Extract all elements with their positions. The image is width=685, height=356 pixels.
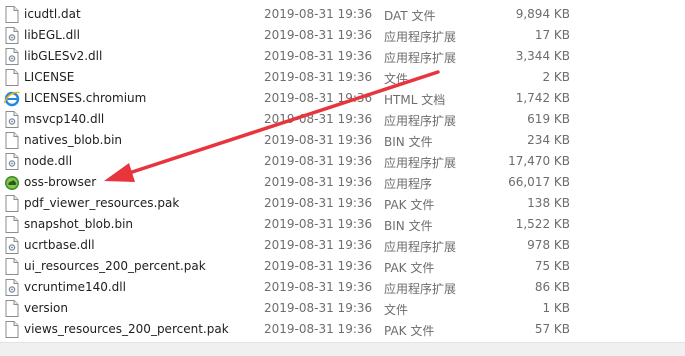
file-size: 1,522 KB (515, 217, 570, 231)
file-date: 2019-08-31 19:36 (264, 112, 373, 126)
file-row-node-dll[interactable]: node.dll 2019-08-31 19:36 应用程序扩展 17,470 … (0, 151, 685, 172)
file-icon (4, 132, 20, 149)
file-type: 应用程序扩展 (384, 30, 457, 44)
file-type: 应用程序扩展 (384, 114, 457, 128)
file-size: 1 KB (542, 301, 570, 315)
file-date: 2019-08-31 19:36 (264, 70, 373, 84)
file-icon (4, 6, 20, 23)
file-date: 2019-08-31 19:36 (264, 91, 373, 105)
file-type: PAK 文件 (384, 261, 435, 275)
file-row-views-resources-200-percent-pak[interactable]: views_resources_200_percent.pak 2019-08-… (0, 319, 685, 340)
file-date: 2019-08-31 19:36 (264, 49, 373, 63)
file-size: 1,742 KB (515, 91, 570, 105)
file-row-ui-resources-200-percent-pak[interactable]: ui_resources_200_percent.pak 2019-08-31 … (0, 256, 685, 277)
file-type: BIN 文件 (384, 219, 433, 233)
file-name: LICENSES.chromium (24, 91, 147, 105)
file-row-libegl-dll[interactable]: libEGL.dll 2019-08-31 19:36 应用程序扩展 17 KB (0, 25, 685, 46)
file-type: 应用程序扩展 (384, 240, 457, 254)
file-date: 2019-08-31 19:36 (264, 154, 373, 168)
dll-file-icon (4, 27, 20, 44)
file-row-icudtl-dat[interactable]: icudtl.dat 2019-08-31 19:36 DAT 文件 9,894… (0, 4, 685, 25)
file-name: views_resources_200_percent.pak (24, 322, 229, 336)
file-icon (4, 321, 20, 338)
file-row-pdf-viewer-resources-pak[interactable]: pdf_viewer_resources.pak 2019-08-31 19:3… (0, 193, 685, 214)
oss-browser-app-icon (4, 174, 20, 191)
file-size: 138 KB (527, 196, 570, 210)
dll-file-icon (4, 111, 20, 128)
file-type: HTML 文档 (384, 93, 446, 107)
file-name: icudtl.dat (24, 7, 81, 21)
file-name: natives_blob.bin (24, 133, 123, 147)
file-name: snapshot_blob.bin (24, 217, 134, 231)
file-name: version (24, 301, 68, 315)
file-size: 17 KB (534, 28, 570, 42)
file-row-license[interactable]: LICENSE 2019-08-31 19:36 文件 2 KB (0, 67, 685, 88)
file-name: pdf_viewer_resources.pak (24, 196, 180, 210)
file-icon (4, 300, 20, 317)
file-row-natives-blob-bin[interactable]: natives_blob.bin 2019-08-31 19:36 BIN 文件… (0, 130, 685, 151)
file-size: 3,344 KB (515, 49, 570, 63)
file-type: 应用程序扩展 (384, 156, 457, 170)
file-date: 2019-08-31 19:36 (264, 217, 373, 231)
file-size: 619 KB (527, 112, 570, 126)
file-name: libEGL.dll (24, 28, 80, 42)
file-icon (4, 216, 20, 233)
file-row-ucrtbase-dll[interactable]: ucrtbase.dll 2019-08-31 19:36 应用程序扩展 978… (0, 235, 685, 256)
file-date: 2019-08-31 19:36 (264, 301, 373, 315)
ie-html-icon (3, 90, 20, 107)
file-size: 2 KB (542, 70, 570, 84)
file-row-version[interactable]: version 2019-08-31 19:36 文件 1 KB (0, 298, 685, 319)
file-size: 86 KB (534, 280, 570, 294)
horizontal-scrollbar[interactable] (0, 343, 685, 356)
file-name: LICENSE (24, 70, 75, 84)
file-icon (4, 258, 20, 275)
file-size: 57 KB (534, 322, 570, 336)
dll-file-icon (4, 279, 20, 296)
file-row-msvcp140-dll[interactable]: msvcp140.dll 2019-08-31 19:36 应用程序扩展 619… (0, 109, 685, 130)
dll-file-icon (4, 153, 20, 170)
file-date: 2019-08-31 19:36 (264, 28, 373, 42)
file-type: PAK 文件 (384, 324, 435, 338)
file-date: 2019-08-31 19:36 (264, 196, 373, 210)
file-name: libGLESv2.dll (24, 49, 103, 63)
file-type: 文件 (384, 303, 409, 317)
file-name: vcruntime140.dll (24, 280, 126, 294)
file-date: 2019-08-31 19:36 (264, 7, 373, 21)
file-icon (4, 195, 20, 212)
file-type: 应用程序扩展 (384, 51, 457, 65)
file-row-licenses-chromium[interactable]: LICENSES.chromium 2019-08-31 19:36 HTML … (0, 88, 685, 109)
file-date: 2019-08-31 19:36 (264, 280, 373, 294)
file-name: ui_resources_200_percent.pak (24, 259, 206, 273)
file-size: 17,470 KB (508, 154, 570, 168)
file-type: 应用程序 (384, 177, 433, 191)
dll-file-icon (4, 48, 20, 65)
file-type: DAT 文件 (384, 9, 436, 23)
file-row-snapshot-blob-bin[interactable]: snapshot_blob.bin 2019-08-31 19:36 BIN 文… (0, 214, 685, 235)
file-name: oss-browser (24, 175, 97, 189)
file-date: 2019-08-31 19:36 (264, 322, 373, 336)
file-date: 2019-08-31 19:36 (264, 175, 373, 189)
file-row-oss-browser[interactable]: oss-browser 2019-08-31 19:36 应用程序 66,017… (0, 172, 685, 193)
file-type: PAK 文件 (384, 198, 435, 212)
file-date: 2019-08-31 19:36 (264, 238, 373, 252)
file-size: 9,894 KB (515, 7, 570, 21)
file-name: ucrtbase.dll (24, 238, 95, 252)
file-size: 75 KB (534, 259, 570, 273)
file-type: BIN 文件 (384, 135, 433, 149)
file-icon (4, 69, 20, 86)
file-type: 应用程序扩展 (384, 282, 457, 296)
dll-file-icon (4, 237, 20, 254)
file-date: 2019-08-31 19:36 (264, 259, 373, 273)
file-name: node.dll (24, 154, 73, 168)
file-date: 2019-08-31 19:36 (264, 133, 373, 147)
file-type: 文件 (384, 72, 409, 86)
file-row-libglesv2-dll[interactable]: libGLESv2.dll 2019-08-31 19:36 应用程序扩展 3,… (0, 46, 685, 67)
file-list: icudtl.dat 2019-08-31 19:36 DAT 文件 9,894… (0, 0, 685, 342)
file-row-vcruntime140-dll[interactable]: vcruntime140.dll 2019-08-31 19:36 应用程序扩展… (0, 277, 685, 298)
file-name: msvcp140.dll (24, 112, 105, 126)
file-size: 234 KB (527, 133, 570, 147)
file-size: 66,017 KB (508, 175, 570, 189)
file-size: 978 KB (527, 238, 570, 252)
